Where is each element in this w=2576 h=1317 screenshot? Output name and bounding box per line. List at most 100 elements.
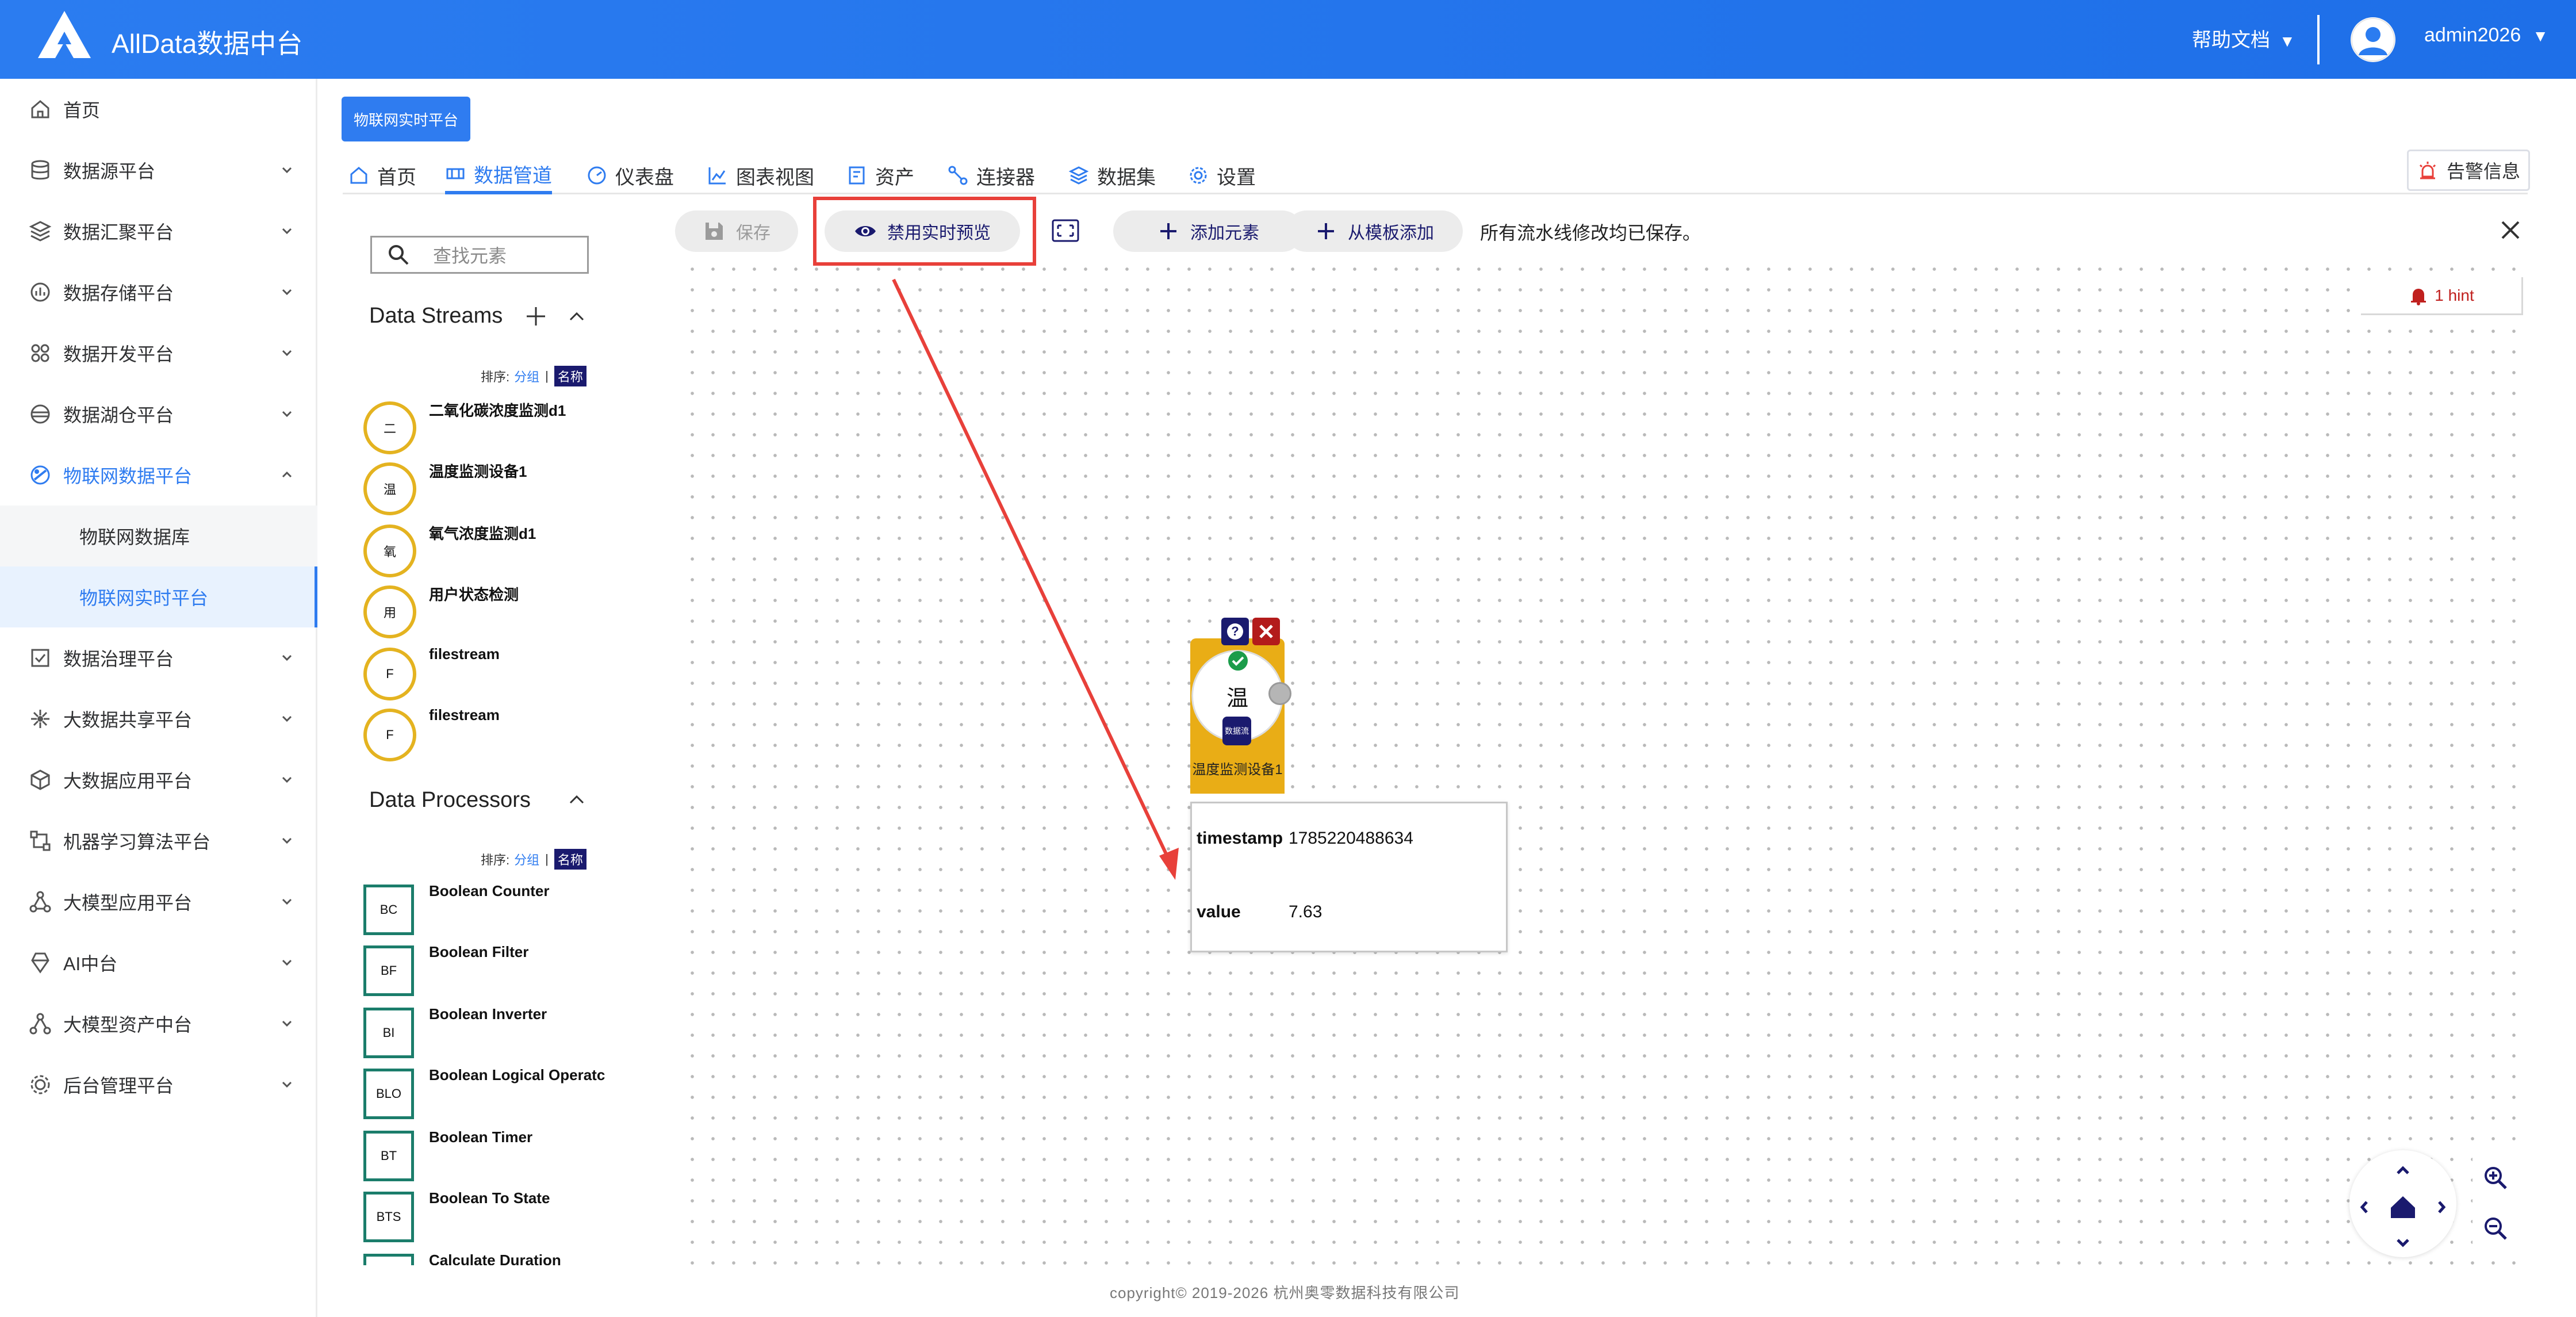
save-button[interactable]: 保存 bbox=[675, 210, 798, 252]
alarm-info-button[interactable]: 告警信息 bbox=[2407, 150, 2530, 191]
help-docs-menu[interactable]: 帮助文档 ▼ bbox=[2192, 24, 2295, 52]
pan-down-icon[interactable] bbox=[2397, 1239, 2409, 1247]
list-item[interactable]: 用 用户状态检测 bbox=[363, 583, 616, 641]
avatar[interactable] bbox=[2351, 17, 2395, 62]
svg-text:?: ? bbox=[1231, 624, 1239, 638]
list-item[interactable]: 二 二氧化碳浓度监测d1 bbox=[363, 399, 616, 457]
sidebar-item-datasource[interactable]: 数据源平台 bbox=[0, 140, 317, 201]
sidebar-item-governance[interactable]: 数据治理平台 bbox=[0, 627, 317, 688]
sort-by-name-link[interactable]: 名称 bbox=[554, 366, 586, 386]
sidebar-item-share[interactable]: 大数据共享平台 bbox=[0, 688, 317, 749]
user-menu[interactable]: admin2026 ▼ bbox=[2424, 24, 2548, 47]
stream-label: filestream bbox=[429, 706, 500, 723]
zoom-in-icon[interactable] bbox=[2483, 1165, 2508, 1190]
add-from-template-button[interactable]: 从模板添加 bbox=[1286, 210, 1463, 252]
list-item[interactable]: BI Boolean Inverter bbox=[363, 1005, 616, 1063]
list-item[interactable]: BLO Boolean Logical Operatc bbox=[363, 1066, 616, 1124]
sidebar-item-iot[interactable]: 物联网数据平台 bbox=[0, 445, 317, 506]
sidebar-subitem-iot-realtime[interactable]: 物联网实时平台 bbox=[0, 566, 317, 627]
add-element-label: 添加元素 bbox=[1190, 224, 1259, 243]
pan-right-icon[interactable] bbox=[2438, 1201, 2446, 1213]
hint-badge[interactable]: 1 hint bbox=[2361, 277, 2523, 315]
zoom-controls bbox=[2472, 1154, 2518, 1255]
list-item[interactable]: BC Boolean Counter bbox=[363, 882, 616, 940]
sidebar-item-label: 大数据应用平台 bbox=[63, 771, 193, 791]
add-stream-icon[interactable] bbox=[524, 305, 547, 328]
chevron-down-icon bbox=[282, 411, 292, 418]
sidebar-item-label: 数据开发平台 bbox=[63, 344, 174, 365]
sidebar-item-application[interactable]: 大数据应用平台 bbox=[0, 749, 317, 810]
storage-icon bbox=[30, 282, 50, 302]
checkmark-icon bbox=[1232, 656, 1244, 666]
sort-by-group-link[interactable]: 分组 bbox=[514, 367, 539, 385]
sidebar-item-storage[interactable]: 数据存储平台 bbox=[0, 262, 317, 323]
dataset-icon bbox=[1068, 166, 1089, 185]
pan-left-icon[interactable] bbox=[2360, 1201, 2368, 1213]
sort-by-name-link[interactable]: 名称 bbox=[554, 849, 586, 870]
tab-settings[interactable]: 设置 bbox=[1188, 156, 1256, 194]
tab-bar: 首页 数据管道 仪表盘 图表视图 资产 连接器 数据集 设置 bbox=[343, 151, 2528, 194]
help-icon[interactable]: ? bbox=[1221, 618, 1249, 645]
list-item[interactable]: Calculate Duration bbox=[363, 1251, 616, 1265]
pipeline-canvas[interactable] bbox=[676, 253, 2528, 1265]
sidebar-item-lakehouse[interactable]: 数据湖仓平台 bbox=[0, 384, 317, 445]
search-icon bbox=[389, 245, 409, 265]
preview-key: timestamp bbox=[1197, 829, 1283, 848]
list-item[interactable]: BTS Boolean To State bbox=[363, 1189, 616, 1247]
bell-icon bbox=[2411, 288, 2426, 305]
sidebar-item-admin[interactable]: 后台管理平台 bbox=[0, 1054, 317, 1115]
chevron-up-icon[interactable] bbox=[567, 307, 586, 327]
tab-dashboard[interactable]: 仪表盘 bbox=[586, 156, 674, 194]
navigation-arrows-icon bbox=[2360, 1166, 2446, 1247]
settings-icon bbox=[1190, 167, 1207, 184]
node-output-port[interactable] bbox=[1268, 682, 1291, 705]
home-icon[interactable] bbox=[2391, 1196, 2415, 1218]
sidebar-item-ml[interactable]: 机器学习算法平台 bbox=[0, 810, 317, 871]
sidebar-item-aggregation[interactable]: 数据汇聚平台 bbox=[0, 201, 317, 262]
list-item[interactable]: 温 温度监测设备1 bbox=[363, 460, 616, 518]
list-item[interactable]: F filestream bbox=[363, 645, 616, 703]
sidebar-item-llm-asset[interactable]: 大模型资产中台 bbox=[0, 993, 317, 1054]
tab-pipeline[interactable]: 数据管道 bbox=[445, 156, 552, 194]
page-tag-button[interactable]: 物联网实时平台 bbox=[342, 97, 470, 141]
zoom-out-icon[interactable] bbox=[2483, 1216, 2508, 1241]
close-icon[interactable] bbox=[2499, 219, 2522, 242]
delete-node-icon[interactable] bbox=[1252, 618, 1280, 645]
sort-label: 排序: bbox=[481, 853, 510, 867]
save-icon bbox=[706, 223, 723, 240]
chevron-down-icon bbox=[282, 959, 292, 966]
list-item[interactable]: F filestream bbox=[363, 706, 616, 764]
home-icon bbox=[350, 167, 367, 184]
tab-connectors[interactable]: 连接器 bbox=[948, 156, 1035, 194]
list-item[interactable]: BF Boolean Filter bbox=[363, 943, 616, 1001]
chevron-up-icon[interactable] bbox=[567, 790, 586, 810]
user-avatar-icon bbox=[2351, 18, 2395, 62]
tab-chart-view[interactable]: 图表视图 bbox=[707, 156, 814, 194]
tab-label: 数据集 bbox=[1097, 166, 1156, 189]
sidebar-item-label: 机器学习算法平台 bbox=[63, 832, 211, 852]
add-element-button[interactable]: 添加元素 bbox=[1113, 210, 1303, 252]
tab-assets[interactable]: 资产 bbox=[846, 156, 914, 194]
sort-label: 排序: bbox=[481, 370, 510, 384]
processor-label: Boolean Logical Operatc bbox=[429, 1066, 605, 1084]
stream-label: 二氧化碳浓度监测d1 bbox=[429, 402, 566, 419]
alldata-logo[interactable] bbox=[36, 9, 93, 60]
search-input[interactable]: 查找元素 bbox=[370, 236, 589, 274]
sort-by-group-link[interactable]: 分组 bbox=[514, 850, 539, 868]
sidebar-item-ai[interactable]: AI中台 bbox=[0, 932, 317, 993]
list-item[interactable]: BT Boolean Timer bbox=[363, 1128, 616, 1186]
list-item[interactable]: 氧 氧气浓度监测d1 bbox=[363, 522, 616, 580]
sidebar-item-label: 大模型资产中台 bbox=[63, 1014, 193, 1035]
pan-up-icon[interactable] bbox=[2397, 1166, 2409, 1174]
tab-label: 数据管道 bbox=[474, 164, 552, 187]
sidebar-item-home[interactable]: 首页 bbox=[0, 79, 317, 140]
tab-home[interactable]: 首页 bbox=[348, 156, 416, 194]
sidebar-item-llm-app[interactable]: 大模型应用平台 bbox=[0, 871, 317, 932]
tab-label: 连接器 bbox=[976, 166, 1035, 189]
pipeline-node-temperature[interactable]: ? 温 数据流 温度监测设备1 bbox=[1189, 615, 1286, 794]
sidebar-subitem-iot-database[interactable]: 物联网数据库 bbox=[0, 506, 317, 566]
dashboard-icon bbox=[588, 166, 606, 185]
tab-datasets[interactable]: 数据集 bbox=[1068, 156, 1156, 194]
fit-to-screen-icon[interactable] bbox=[1051, 219, 1080, 243]
sidebar-item-development[interactable]: 数据开发平台 bbox=[0, 323, 317, 384]
